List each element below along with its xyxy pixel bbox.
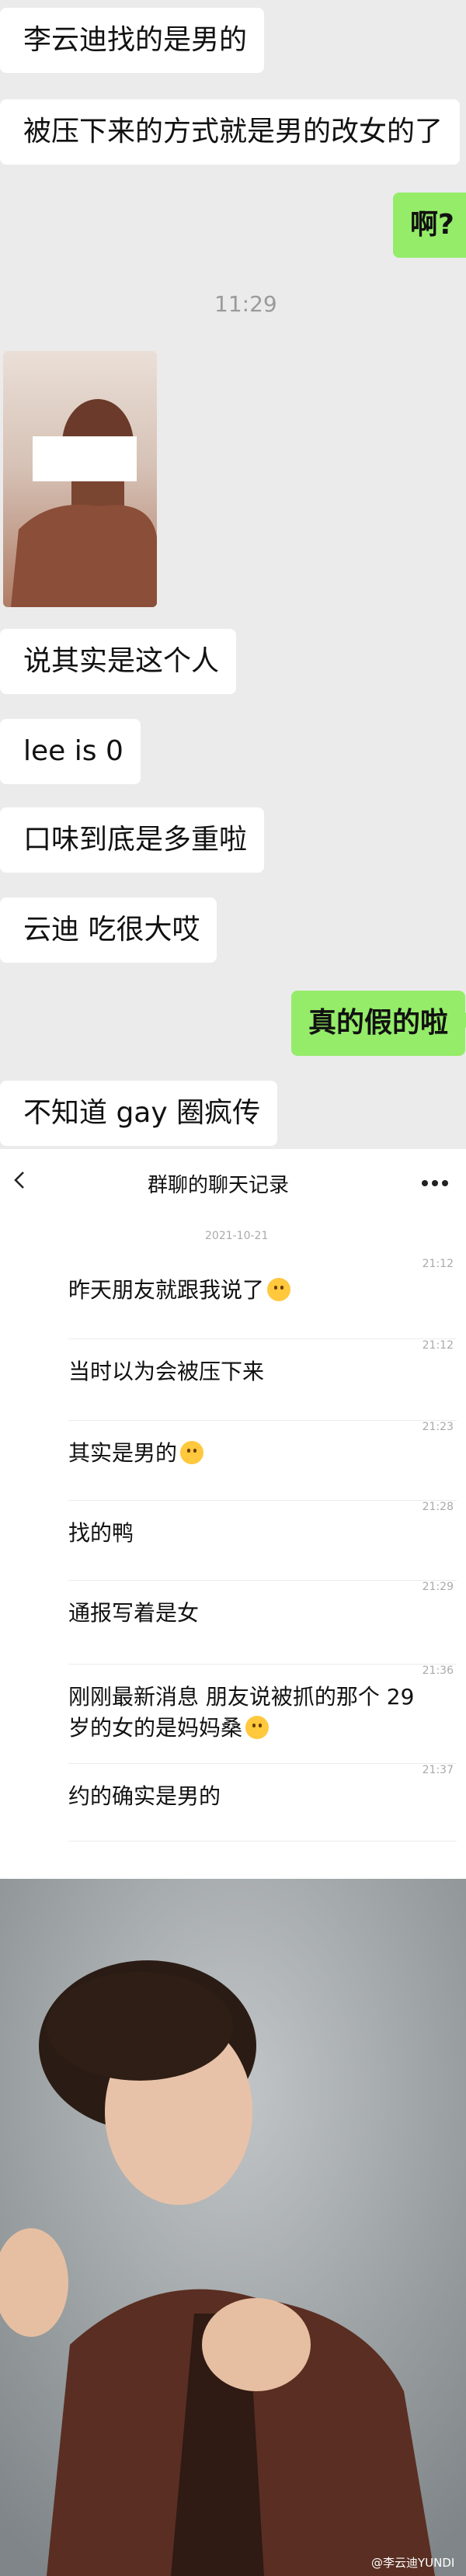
row-text: 刚刚最新消息 朋友说被抓的那个 29 岁的女的是妈妈桑 <box>68 1684 415 1741</box>
chat-screenshot: 李云迪找的是男的 被压下来的方式就是男的改女的了 啊? 11:29 说其实是这个… <box>0 0 466 1149</box>
chat-history-panel: 群聊的聊天记录 2021-10-21 21:12 昨天朋友就跟我说了 21:12 当时… <box>0 1149 466 1879</box>
page-title: 群聊的聊天记录 <box>148 1174 290 1197</box>
censor-box <box>33 436 137 481</box>
history-date: 2021-10-21 <box>205 1230 269 1242</box>
chat-message: 说其实是这个人 <box>0 629 237 694</box>
watermark: @李云迪YUNDI <box>371 2556 455 2570</box>
chat-message: lee is 0 <box>0 719 141 784</box>
chat-message: 李云迪找的是男的 <box>0 8 265 73</box>
row-text: 当时以为会被压下来 <box>68 1359 265 1384</box>
row-content: 其实是男的 <box>68 1438 433 1469</box>
row-text: 通报写着是女 <box>68 1600 200 1626</box>
chat-message: 不知道 gay 圈疯传 <box>0 1081 278 1146</box>
row-content: 刚刚最新消息 朋友说被抓的那个 29 岁的女的是妈妈桑 <box>68 1682 433 1744</box>
row-content: 通报写着是女 <box>68 1598 433 1629</box>
history-row[interactable]: 21:37 约的确实是男的 <box>0 1764 466 1842</box>
history-row[interactable]: 21:28 找的鸭 <box>0 1501 466 1581</box>
history-row[interactable]: 21:12 昨天朋友就跟我说了 <box>0 1258 466 1339</box>
row-text: 其实是男的 <box>68 1440 178 1466</box>
chevron-left-icon <box>14 1172 24 1189</box>
row-time: 21:23 <box>422 1421 454 1433</box>
portrait-image <box>0 1879 466 2576</box>
more-icon <box>422 1180 448 1186</box>
row-time: 21:36 <box>422 1665 454 1677</box>
history-row[interactable]: 21:29 通报写着是女 <box>0 1581 466 1665</box>
row-text: 昨天朋友就跟我说了 <box>68 1277 265 1303</box>
chat-message-self: 真的假的啦 <box>291 991 466 1056</box>
row-time: 21:29 <box>422 1581 454 1593</box>
row-time: 21:28 <box>422 1501 454 1513</box>
chat-timestamp: 11:29 <box>214 291 277 317</box>
row-content: 约的确实是男的 <box>68 1781 433 1812</box>
row-time: 21:12 <box>422 1258 454 1270</box>
history-row[interactable]: 21:12 当时以为会被压下来 <box>0 1339 466 1421</box>
chat-message-self: 啊? <box>393 193 466 258</box>
emoji-icon <box>245 1716 270 1739</box>
row-content: 找的鸭 <box>68 1518 433 1549</box>
emoji-icon <box>267 1278 291 1301</box>
more-button[interactable] <box>421 1175 449 1186</box>
row-content: 昨天朋友就跟我说了 <box>68 1275 433 1306</box>
history-row[interactable]: 21:36 刚刚最新消息 朋友说被抓的那个 29 岁的女的是妈妈桑 <box>0 1665 466 1764</box>
chat-message: 云迪 吃很大哎 <box>0 897 217 963</box>
row-text: 找的鸭 <box>68 1520 134 1546</box>
emoji-icon <box>180 1441 204 1464</box>
row-divider <box>68 1841 457 1842</box>
chat-message: 被压下来的方式就是男的改女的了 <box>0 99 461 165</box>
portrait-photo[interactable]: @李云迪YUNDI <box>0 1879 466 2576</box>
chat-photo[interactable] <box>3 351 157 607</box>
row-content: 当时以为会被压下来 <box>68 1356 433 1387</box>
back-button[interactable] <box>11 1171 30 1189</box>
row-time: 21:37 <box>422 1764 454 1776</box>
chat-message: 口味到底是多重啦 <box>0 807 265 873</box>
row-text: 约的确实是男的 <box>68 1783 221 1809</box>
row-time: 21:12 <box>422 1339 454 1352</box>
history-row[interactable]: 21:23 其实是男的 <box>0 1421 466 1501</box>
